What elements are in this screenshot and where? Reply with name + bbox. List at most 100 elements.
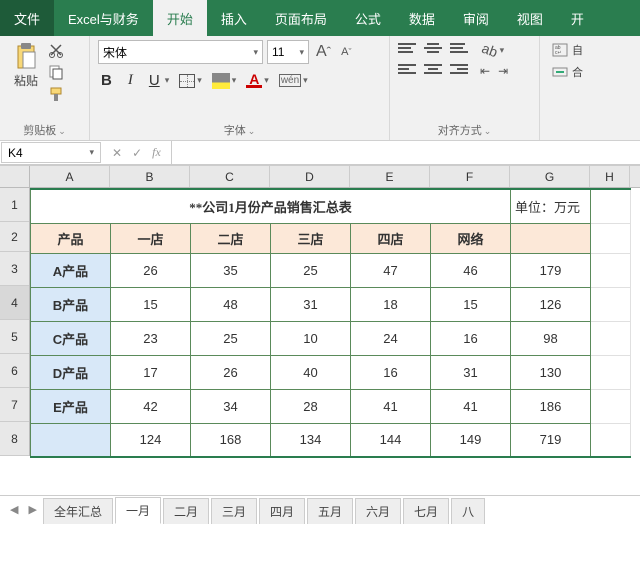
cell[interactable]: 41 (351, 389, 431, 423)
cell[interactable]: E产品 (31, 389, 111, 423)
cell[interactable]: 719 (511, 423, 591, 457)
align-center-icon[interactable] (424, 64, 442, 78)
row-header[interactable]: 6 (0, 354, 29, 388)
phonetic-button[interactable]: wén▾ (279, 74, 308, 87)
column-header[interactable]: D (270, 166, 350, 187)
cell[interactable]: 31 (271, 287, 351, 321)
cell[interactable]: 48 (191, 287, 271, 321)
cell[interactable]: 124 (111, 423, 191, 457)
cell[interactable]: 42 (111, 389, 191, 423)
cell[interactable]: 186 (511, 389, 591, 423)
cell[interactable]: 98 (511, 321, 591, 355)
cell[interactable] (591, 287, 631, 321)
cells-area[interactable]: **公司1月份产品销售汇总表单位：万元产品一店二店三店四店网络A产品263525… (30, 188, 631, 458)
cell[interactable] (591, 253, 631, 287)
font-size-selector[interactable]: 11 ▾ (267, 40, 309, 64)
cell[interactable]: D产品 (31, 355, 111, 389)
cell[interactable]: 三店 (271, 223, 351, 253)
cell[interactable] (591, 223, 631, 253)
cell[interactable]: 179 (511, 253, 591, 287)
cell[interactable]: B产品 (31, 287, 111, 321)
cell[interactable]: 144 (351, 423, 431, 457)
confirm-icon[interactable]: ✓ (132, 146, 142, 160)
cut-icon[interactable] (48, 42, 64, 58)
column-header[interactable]: C (190, 166, 270, 187)
cell[interactable]: 134 (271, 423, 351, 457)
cell[interactable]: 网络 (431, 223, 511, 253)
wrap-text-button[interactable]: abc↵ 自 (552, 42, 588, 58)
menu-home[interactable]: 开始 (153, 0, 207, 36)
align-bottom-icon[interactable] (450, 43, 468, 57)
cell[interactable]: 28 (271, 389, 351, 423)
decrease-font-icon[interactable]: Aˇ (338, 46, 354, 58)
cell[interactable]: 35 (191, 253, 271, 287)
align-top-icon[interactable] (398, 43, 416, 57)
underline-button[interactable]: U▾ (146, 72, 169, 89)
column-header[interactable]: B (110, 166, 190, 187)
cell[interactable] (591, 389, 631, 423)
row-header[interactable]: 5 (0, 320, 29, 354)
cell[interactable] (31, 423, 111, 457)
border-button[interactable]: ▾ (179, 74, 202, 88)
menu-file[interactable]: 文件 (0, 0, 54, 36)
menu-developer[interactable]: 开 (557, 0, 598, 36)
column-header[interactable]: E (350, 166, 430, 187)
format-painter-icon[interactable] (48, 86, 64, 102)
column-header[interactable]: G (510, 166, 590, 187)
increase-font-icon[interactable]: Aˆ (313, 43, 334, 61)
menu-insert[interactable]: 插入 (207, 0, 261, 36)
menu-data[interactable]: 数据 (395, 0, 449, 36)
cell[interactable]: 16 (431, 321, 511, 355)
column-header[interactable]: H (590, 166, 630, 187)
formula-input[interactable] (172, 141, 640, 164)
cell[interactable]: 126 (511, 287, 591, 321)
font-color-button[interactable]: A▾ (246, 73, 269, 88)
cancel-icon[interactable]: ✕ (112, 146, 122, 160)
cell[interactable] (511, 223, 591, 253)
row-header[interactable]: 4 (0, 286, 29, 320)
cell[interactable]: 产品 (31, 223, 111, 253)
cell[interactable]: 16 (351, 355, 431, 389)
cell[interactable]: 25 (191, 321, 271, 355)
sheet-tab-jan[interactable]: 一月 (115, 497, 161, 524)
cell[interactable]: 15 (431, 287, 511, 321)
cell[interactable] (591, 355, 631, 389)
cell[interactable] (591, 189, 631, 223)
cell[interactable]: 47 (351, 253, 431, 287)
decrease-indent-icon[interactable]: ⇤ (480, 64, 490, 78)
menu-review[interactable]: 审阅 (449, 0, 503, 36)
cell[interactable] (591, 321, 631, 355)
sheet-tab-jul[interactable]: 七月 (403, 498, 449, 524)
italic-button[interactable]: I (125, 72, 136, 89)
cell[interactable]: 10 (271, 321, 351, 355)
sheet-nav-prev[interactable]: ◀ (6, 503, 22, 516)
cell[interactable]: 二店 (191, 223, 271, 253)
sheet-tab-apr[interactable]: 四月 (259, 498, 305, 524)
cell[interactable]: 46 (431, 253, 511, 287)
cell[interactable]: 34 (191, 389, 271, 423)
cell[interactable]: 23 (111, 321, 191, 355)
sheet-nav-next[interactable]: ▶ (24, 503, 40, 516)
align-middle-icon[interactable] (424, 43, 442, 57)
row-header[interactable]: 7 (0, 388, 29, 422)
sheet-tab-mar[interactable]: 三月 (211, 498, 257, 524)
row-header[interactable]: 2 (0, 222, 29, 252)
cell[interactable]: 149 (431, 423, 511, 457)
select-all-corner[interactable] (0, 166, 30, 188)
cell[interactable]: 24 (351, 321, 431, 355)
sheet-tab-all[interactable]: 全年汇总 (43, 498, 113, 524)
menu-view[interactable]: 视图 (503, 0, 557, 36)
column-header[interactable]: F (430, 166, 510, 187)
merge-button[interactable]: 合 (552, 64, 588, 80)
cell[interactable]: 四店 (351, 223, 431, 253)
cell[interactable]: 130 (511, 355, 591, 389)
font-name-selector[interactable]: 宋体 ▾ (98, 40, 263, 64)
cell[interactable]: 一店 (111, 223, 191, 253)
sheet-tab-feb[interactable]: 二月 (163, 498, 209, 524)
paste-button[interactable]: 粘贴 (8, 40, 44, 102)
cell[interactable]: 17 (111, 355, 191, 389)
sheet-tab-aug[interactable]: 八 (451, 498, 485, 524)
align-right-icon[interactable] (450, 64, 468, 78)
cell[interactable]: 31 (431, 355, 511, 389)
menu-formula[interactable]: 公式 (341, 0, 395, 36)
